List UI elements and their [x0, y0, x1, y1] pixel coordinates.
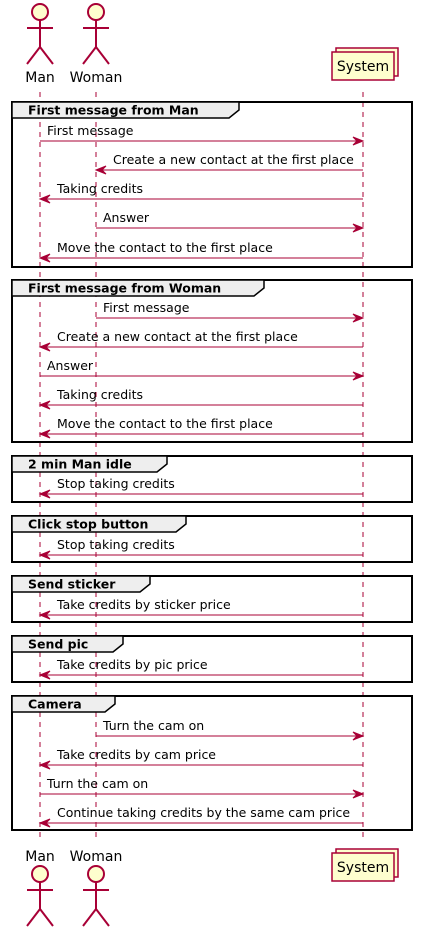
message-label: First message — [47, 123, 134, 138]
sequence-diagram: Man Woman System Man Woman System First messag… — [11, 3, 413, 927]
message-label: Take credits by pic price — [56, 657, 208, 672]
actor-woman-top-icon — [82, 3, 110, 65]
actor-man-top-label: Man — [25, 70, 55, 86]
message-label: Turn the cam on — [102, 718, 204, 733]
message-label: Take credits by sticker price — [56, 597, 231, 612]
actor-woman-bottom-label: Woman — [70, 849, 123, 865]
fragment-label: First message from Man — [28, 103, 199, 118]
message-label: Taking credits — [56, 181, 143, 196]
fragment-label: Send pic — [28, 637, 88, 652]
actor-man-top-icon — [26, 3, 54, 65]
actor-man-bottom-icon — [26, 865, 54, 927]
message-label: Move the contact to the first place — [57, 240, 273, 255]
fragment-label: Send sticker — [28, 577, 116, 592]
message-label: First message — [103, 300, 190, 315]
fragment-label: Click stop button — [28, 517, 148, 532]
participant-system-bottom-label: System — [337, 860, 389, 876]
message-label: Continue taking credits by the same cam … — [57, 805, 350, 820]
message-label: Move the contact to the first place — [57, 416, 273, 431]
fragment-label: Camera — [28, 697, 82, 712]
actor-woman-bottom-icon — [82, 865, 110, 927]
actor-woman-top-label: Woman — [70, 70, 123, 86]
message-label: Turn the cam on — [46, 776, 148, 791]
message-label: Stop taking credits — [57, 537, 175, 552]
fragment-label: 2 min Man idle — [28, 457, 132, 472]
message-label: Stop taking credits — [57, 476, 175, 491]
message-label: Create a new contact at the first place — [57, 329, 298, 344]
fragment-label: First message from Woman — [28, 281, 221, 296]
participant-system-top-label: System — [337, 59, 389, 75]
message-label: Take credits by cam price — [56, 747, 216, 762]
message-label: Answer — [47, 358, 94, 373]
actor-man-bottom-label: Man — [25, 849, 55, 865]
message-label: Taking credits — [56, 387, 143, 402]
message-label: Create a new contact at the first place — [113, 152, 354, 167]
message-label: Answer — [103, 210, 150, 225]
